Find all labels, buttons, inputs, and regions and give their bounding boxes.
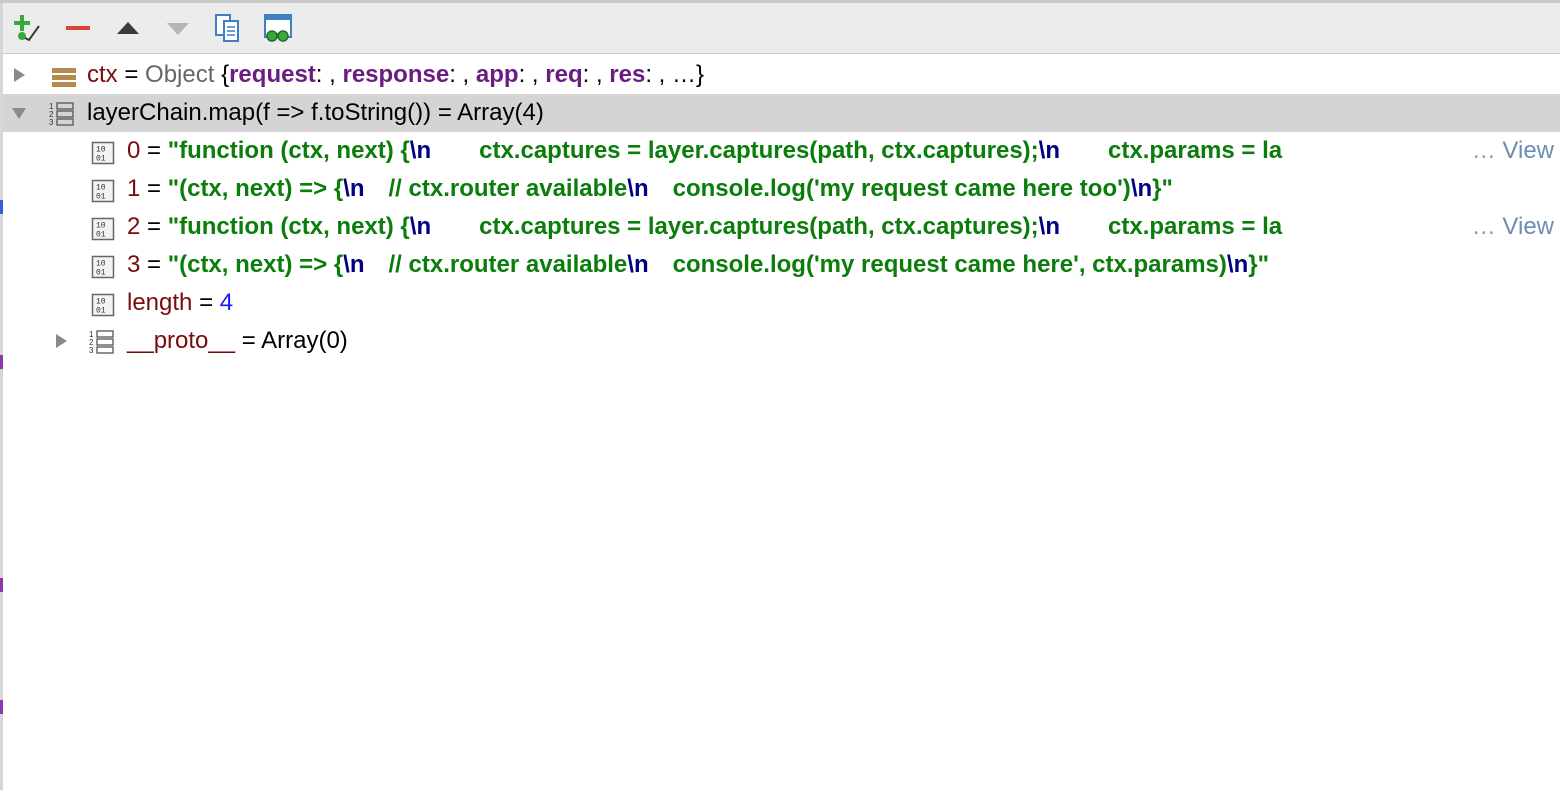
move-watch-down-button[interactable] xyxy=(162,12,194,44)
length-text: length = 4 xyxy=(127,289,234,316)
expand-arrow-icon[interactable] xyxy=(9,56,29,94)
svg-text:3: 3 xyxy=(89,346,94,355)
array-index: 3 xyxy=(127,251,141,278)
primitive-value-icon: 10 01 xyxy=(91,215,115,241)
view-full-value: … View xyxy=(1467,208,1560,246)
array-value: Array(4) xyxy=(457,99,544,126)
svg-text:3: 3 xyxy=(49,118,54,127)
array-item-row[interactable]: 10 01 0 = "function (ctx, next) {\n ctx.c… xyxy=(3,132,1560,170)
array-item-row[interactable]: 10 01 2 = "function (ctx, next) {\n ctx.c… xyxy=(3,208,1560,246)
collapse-arrow-icon[interactable] xyxy=(9,94,29,132)
show-watches-in-variables-button[interactable] xyxy=(262,12,294,44)
svg-text:10: 10 xyxy=(96,260,106,269)
array-item-text: 3 = "(ctx, next) => {\n// ctx.router ava… xyxy=(127,251,1269,278)
watch-value-text: ctx = Object {request: , response: , app… xyxy=(87,61,705,88)
watches-toolbar xyxy=(3,3,1560,54)
view-full-value: … View xyxy=(1467,132,1560,170)
array-item-text: 1 = "(ctx, next) => {\n// ctx.router ava… xyxy=(127,175,1173,202)
array-icon: 1 2 3 xyxy=(89,329,114,355)
svg-text:10: 10 xyxy=(96,222,106,231)
expand-arrow-icon[interactable] xyxy=(51,322,71,360)
property-name: __proto__ xyxy=(127,327,236,354)
property-key: res xyxy=(609,61,646,88)
move-watch-up-button[interactable] xyxy=(112,12,144,44)
svg-text:01: 01 xyxy=(96,231,106,240)
triangle-up-icon xyxy=(117,22,139,34)
array-icon: 1 2 3 xyxy=(49,101,74,127)
watches-tree: ctx = Object {request: , response: , app… xyxy=(3,55,1560,790)
watch-value-text: layerChain.map(f => f.toString()) = Arra… xyxy=(87,99,544,126)
primitive-value-icon: 10 01 xyxy=(91,177,115,203)
watch-row-ctx[interactable]: ctx = Object {request: , response: , app… xyxy=(3,56,1560,94)
property-key: request xyxy=(229,61,316,88)
primitive-value-icon: 10 01 xyxy=(91,139,115,165)
svg-text:10: 10 xyxy=(96,184,106,193)
array-index: 1 xyxy=(127,175,141,202)
svg-text:10: 10 xyxy=(96,298,106,307)
array-item-row[interactable]: 10 01 3 = "(ctx, next) => {\n// ctx.rout… xyxy=(3,246,1560,284)
svg-text:01: 01 xyxy=(96,193,106,202)
minus-icon xyxy=(66,26,90,30)
add-watch-button[interactable] xyxy=(11,12,43,44)
view-link[interactable]: View xyxy=(1502,137,1560,164)
watch-expression: layerChain.map(f => f.toString()) xyxy=(87,99,432,126)
property-name: length xyxy=(127,289,193,316)
watches-view-icon xyxy=(264,14,292,42)
array-value: Array(0) xyxy=(261,327,348,354)
object-type: Object xyxy=(145,61,215,88)
array-item-row[interactable]: 10 01 1 = "(ctx, next) => {\n// ctx.rout… xyxy=(3,170,1560,208)
array-length-row[interactable]: 10 01 length = 4 xyxy=(3,284,1560,322)
copy-icon xyxy=(215,14,239,42)
svg-text:01: 01 xyxy=(96,155,106,164)
property-key: req xyxy=(545,61,583,88)
svg-text:10: 10 xyxy=(96,146,106,155)
add-watch-icon xyxy=(14,15,40,42)
array-item-text: 0 = "function (ctx, next) {\n ctx.capture… xyxy=(127,137,1283,164)
svg-text:01: 01 xyxy=(96,307,106,316)
variable-name: ctx xyxy=(87,61,118,88)
triangle-down-icon xyxy=(167,23,189,35)
property-key: response xyxy=(342,61,450,88)
number-value: 4 xyxy=(219,289,234,316)
duplicate-watch-button[interactable] xyxy=(212,12,244,44)
watch-row-layerchain[interactable]: 1 2 3 layerChain.map(f => f.toString()) … xyxy=(3,94,1560,132)
array-item-text: 2 = "function (ctx, next) {\n ctx.capture… xyxy=(127,213,1283,240)
property-key: app xyxy=(475,61,519,88)
array-index: 2 xyxy=(127,213,141,240)
proto-text: __proto__ = Array(0) xyxy=(127,327,348,354)
svg-text:01: 01 xyxy=(96,269,106,278)
primitive-value-icon: 10 01 xyxy=(91,253,115,279)
view-link[interactable]: View xyxy=(1502,213,1560,240)
remove-watch-button[interactable] xyxy=(62,12,94,44)
proto-row[interactable]: 1 2 3 __proto__ = Array(0) xyxy=(3,322,1560,360)
array-index: 0 xyxy=(127,137,141,164)
object-icon xyxy=(51,63,76,87)
primitive-value-icon: 10 01 xyxy=(91,291,115,317)
